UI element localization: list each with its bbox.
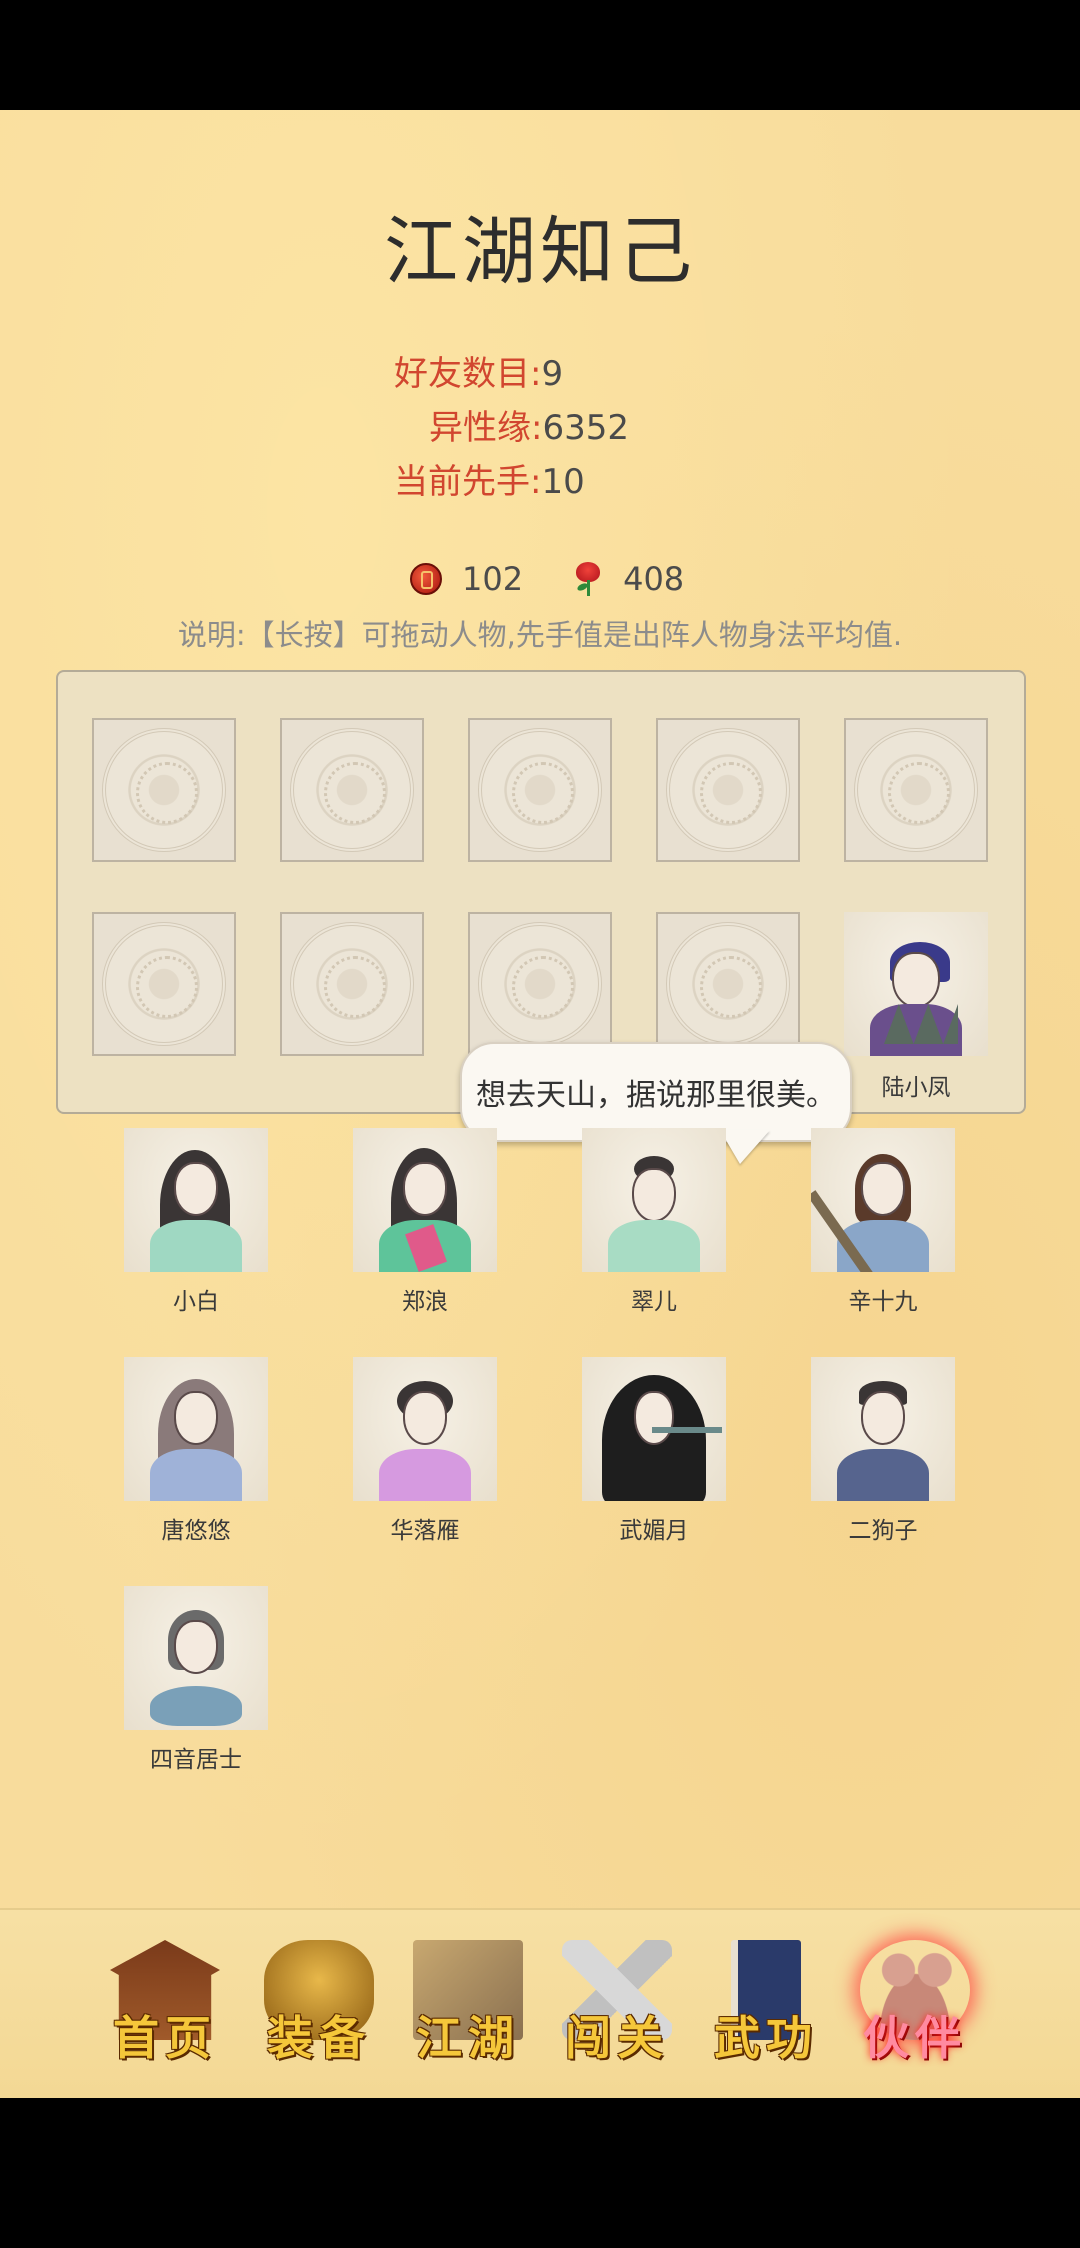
roster-name: 四音居士 [150, 1747, 242, 1773]
currency-bar: 102 408 [410, 560, 684, 598]
coin-icon [410, 563, 442, 595]
formation-slot-empty[interactable] [656, 912, 800, 1056]
companions-screen: 江湖知己 好友数目:9 异性缘:6352 当前先手:10 102 408 说明:… [0, 110, 1080, 2098]
instruction-note: 说明:【长按】可拖动人物,先手值是出阵人物身法平均值. [177, 618, 903, 652]
stat-label: 当前先手: [394, 462, 542, 502]
rose-icon [573, 562, 603, 596]
roster-portrait[interactable] [353, 1357, 497, 1501]
stat-value: 6352 [542, 408, 629, 448]
formation-slot-empty[interactable] [280, 912, 424, 1056]
roster-portrait[interactable] [582, 1357, 726, 1501]
roster-name: 翠儿 [631, 1289, 677, 1315]
formation-slot-empty[interactable] [280, 718, 424, 862]
medallion-icon [102, 922, 226, 1046]
formation-slot-empty[interactable] [468, 912, 612, 1056]
medallion-icon [290, 922, 414, 1046]
stat-value: 9 [541, 354, 564, 394]
tab-label: 武功 [714, 2011, 818, 2065]
stat-charm: 异性缘:6352 [429, 400, 629, 449]
tab-label: 闯关 [565, 2011, 669, 2065]
tab-companions[interactable]: 伙伴 [850, 1940, 980, 2070]
medallion-icon [666, 922, 790, 1046]
page-title: 江湖知己 [384, 209, 696, 295]
roster-name: 二狗子 [848, 1518, 918, 1544]
roster-portrait[interactable] [124, 1128, 268, 1272]
stat-label: 好友数目: [394, 354, 542, 394]
medallion-icon [478, 922, 602, 1046]
roster-name: 小白 [173, 1289, 219, 1315]
roster-portrait[interactable] [582, 1128, 726, 1272]
bottom-tab-bar: 首页 装备 江湖 闯关 武功 伙伴 [0, 1908, 1080, 2098]
tab-equipment[interactable]: 装备 [254, 1940, 384, 2070]
roster-name: 辛十九 [848, 1289, 918, 1315]
medallion-icon [478, 728, 602, 852]
tab-label: 首页 [113, 2011, 217, 2065]
roster-portrait[interactable] [124, 1586, 268, 1730]
roster-name: 武媚月 [619, 1518, 689, 1544]
formation-slot-empty[interactable] [92, 718, 236, 862]
formation-slot-empty[interactable] [656, 718, 800, 862]
medallion-icon [290, 728, 414, 852]
tab-label: 江湖 [416, 2011, 520, 2065]
stat-friend-count: 好友数目:9 [394, 346, 563, 395]
tab-martial-arts[interactable]: 武功 [701, 1940, 831, 2070]
tab-home[interactable]: 首页 [100, 1940, 230, 2070]
rose-count: 408 [623, 560, 685, 598]
formation-slot-empty[interactable] [844, 718, 988, 862]
formation-member-name: 陆小凤 [881, 1075, 951, 1101]
medallion-icon [854, 728, 978, 852]
speech-bubble-tail [720, 1130, 770, 1164]
roster-name: 唐悠悠 [161, 1518, 231, 1544]
formation-member-portrait[interactable] [844, 912, 988, 1056]
speech-bubble: 想去天山，据说那里很美。 [460, 1042, 852, 1142]
roster-portrait[interactable] [124, 1357, 268, 1501]
tab-challenge[interactable]: 闯关 [552, 1940, 682, 2070]
medallion-icon [666, 728, 790, 852]
roster-portrait[interactable] [811, 1128, 955, 1272]
roster-name: 华落雁 [390, 1518, 460, 1544]
formation-slot-empty[interactable] [92, 912, 236, 1056]
medallion-icon [102, 728, 226, 852]
coin-count: 102 [462, 560, 524, 598]
tab-jianghu[interactable]: 江湖 [403, 1940, 533, 2070]
stat-value: 10 [541, 462, 585, 502]
formation-slot-empty[interactable] [468, 718, 612, 862]
roster-name: 郑浪 [402, 1289, 448, 1315]
roster-portrait[interactable] [811, 1357, 955, 1501]
tab-label: 装备 [267, 2011, 371, 2065]
roster-portrait[interactable] [353, 1128, 497, 1272]
stat-label: 异性缘: [429, 408, 543, 448]
stat-initiative: 当前先手:10 [394, 454, 585, 503]
tab-label: 伙伴 [863, 2011, 967, 2065]
